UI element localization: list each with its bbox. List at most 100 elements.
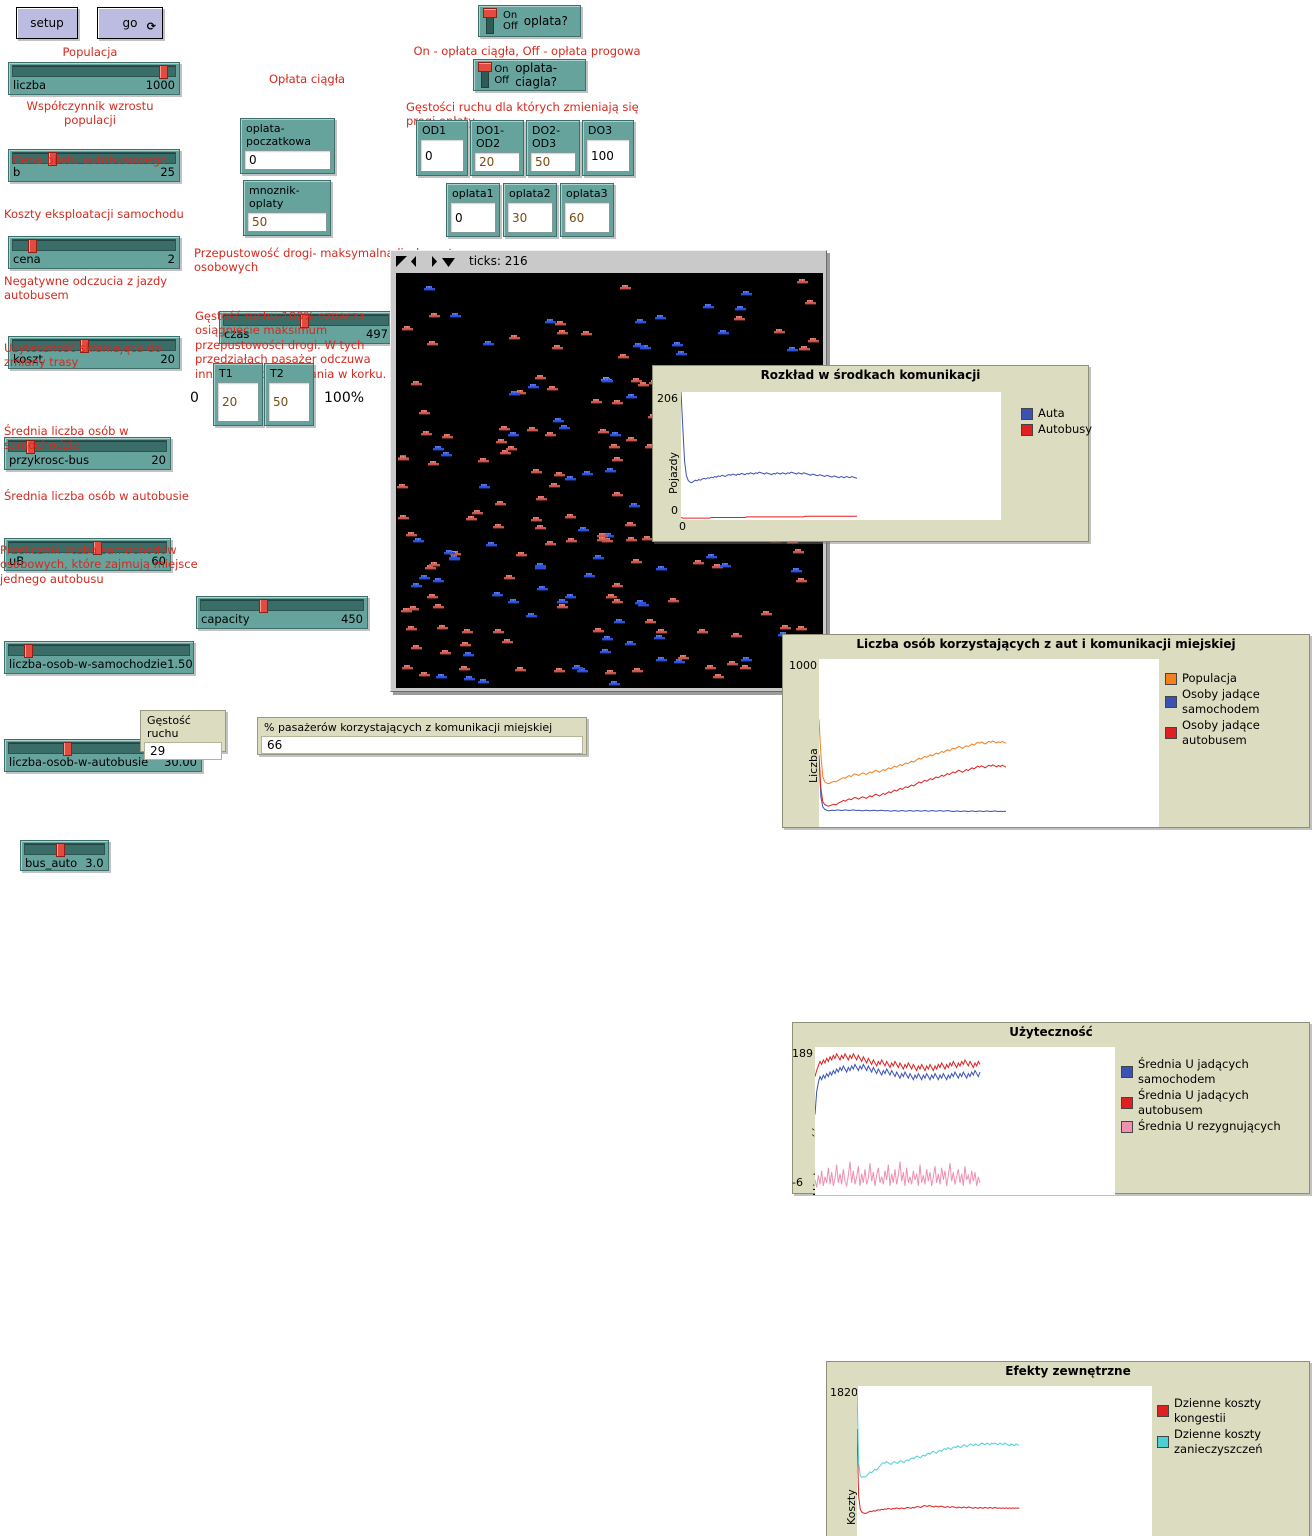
slider-liczba-osob-w-autobusie-thumb[interactable] bbox=[62, 742, 72, 756]
legend-item: Autobusy bbox=[1021, 422, 1092, 437]
car-red-icon bbox=[612, 395, 623, 405]
plot-rozklad[interactable]: Rozkład w środkach komunikacji 206 0 0 P… bbox=[652, 365, 1092, 542]
input-mnoznik-oplaty[interactable]: mnoznik-oplaty 50 bbox=[243, 180, 331, 236]
slider-liczba-osob-w-samochodzie[interactable]: liczba-osob-w-samochodzie 1.50 bbox=[4, 641, 194, 674]
car-blue-icon bbox=[605, 463, 616, 473]
car-red-icon bbox=[496, 434, 507, 444]
input-mnoznik-oplaty-value[interactable]: 50 bbox=[247, 212, 327, 232]
slider-cena-thumb[interactable] bbox=[28, 239, 38, 253]
expand-down-icon[interactable] bbox=[440, 255, 457, 268]
switch-oplata[interactable]: On Off oplata? bbox=[478, 5, 581, 37]
car-red-icon bbox=[402, 321, 413, 331]
switch-oplata-ciagla[interactable]: On Off oplata-ciagla? bbox=[473, 59, 586, 91]
slider-cena-track[interactable] bbox=[12, 239, 176, 253]
car-red-icon bbox=[398, 510, 409, 520]
prev-speed-icon[interactable] bbox=[410, 255, 423, 268]
slider-capacity-thumb[interactable] bbox=[259, 599, 269, 613]
note-srednia-liczba-samochod: Średnia liczba osób w samochodzie bbox=[4, 424, 129, 453]
monitor-gestosc-ruchu[interactable]: Gęstość ruchu 29 bbox=[140, 710, 226, 760]
input-T2[interactable]: T2 50 bbox=[264, 363, 314, 426]
car-red-icon bbox=[437, 620, 448, 630]
legend-item: Osoby jadące samochodem bbox=[1165, 687, 1309, 717]
input-oplata-poczatkowa[interactable]: oplata-poczatkowa 0 bbox=[240, 118, 335, 174]
car-red-icon bbox=[406, 621, 417, 631]
legend-item: Osoby jadące autobusem bbox=[1165, 718, 1309, 748]
monitor-procent-pasazerow[interactable]: % pasażerów korzystających z komunikacji… bbox=[257, 717, 587, 755]
legend-swatch-icon bbox=[1121, 1120, 1133, 1133]
slider-przykrosc-bus-value: 20 bbox=[151, 453, 166, 467]
car-red-icon bbox=[656, 624, 667, 634]
plot-rozklad-canvas bbox=[681, 392, 1001, 520]
car-red-icon bbox=[631, 373, 642, 383]
input-DO3[interactable]: DO3 100 bbox=[582, 120, 634, 176]
switch-oplata-lever[interactable] bbox=[483, 8, 497, 34]
legend-item: Populacja bbox=[1165, 671, 1309, 686]
legend-label: Populacja bbox=[1182, 671, 1237, 685]
slider-capacity-track[interactable] bbox=[200, 599, 364, 613]
car-red-icon bbox=[429, 557, 440, 567]
car-blue-icon bbox=[508, 427, 519, 437]
car-blue-icon bbox=[706, 549, 717, 559]
car-blue-icon bbox=[565, 471, 576, 481]
car-red-icon bbox=[549, 478, 560, 488]
car-blue-icon bbox=[526, 608, 537, 618]
input-DO2-OD3[interactable]: DO2-OD3 50 bbox=[526, 120, 580, 176]
plot-uzytecznosc-canvas bbox=[815, 1047, 1115, 1195]
slider-liczba-track[interactable] bbox=[12, 65, 176, 79]
input-T1-value[interactable]: 20 bbox=[217, 382, 259, 422]
input-DO1-OD2[interactable]: DO1-OD2 20 bbox=[470, 120, 524, 176]
world-toolbar[interactable]: ticks: 216 bbox=[391, 251, 826, 271]
car-blue-icon bbox=[778, 627, 789, 637]
input-DO3-value[interactable]: 100 bbox=[586, 139, 630, 172]
input-T1[interactable]: T1 20 bbox=[213, 363, 263, 426]
input-oplata3[interactable]: oplata3 60 bbox=[560, 183, 614, 237]
car-red-icon bbox=[606, 589, 617, 599]
plot-rozklad-ylabel: Pojazdy bbox=[667, 451, 680, 494]
plot-uzytecznosc-title: Użyteczność bbox=[1009, 1025, 1093, 1039]
slider-cena-value: 2 bbox=[167, 252, 175, 266]
car-blue-icon bbox=[419, 570, 430, 580]
next-speed-icon[interactable] bbox=[425, 255, 438, 268]
input-OD1[interactable]: OD1 0 bbox=[416, 120, 468, 176]
car-blue-icon bbox=[463, 647, 474, 657]
input-oplata1[interactable]: oplata1 0 bbox=[446, 183, 500, 237]
input-DO2-OD3-label: DO2-OD3 bbox=[532, 124, 561, 150]
slider-bus_auto-track[interactable] bbox=[24, 843, 105, 857]
car-blue-icon bbox=[635, 595, 646, 605]
switch-oplata-ciagla-lever[interactable] bbox=[478, 62, 492, 88]
car-red-icon bbox=[493, 519, 504, 529]
resize-icon[interactable] bbox=[395, 255, 408, 268]
input-OD1-value[interactable]: 0 bbox=[420, 139, 464, 172]
input-oplata1-value[interactable]: 0 bbox=[450, 202, 496, 233]
input-DO1-OD2-value[interactable]: 20 bbox=[474, 152, 520, 172]
car-blue-icon bbox=[436, 669, 447, 679]
input-oplata3-value[interactable]: 60 bbox=[564, 202, 610, 233]
car-blue-icon bbox=[626, 389, 637, 399]
slider-bus_auto[interactable]: bus_auto 3.0 bbox=[20, 840, 109, 871]
slider-cena[interactable]: cena 2 bbox=[8, 236, 180, 269]
car-red-icon bbox=[429, 308, 440, 318]
slider-bus_auto-thumb[interactable] bbox=[55, 843, 65, 857]
input-T2-label: T2 bbox=[270, 367, 284, 380]
input-oplata2[interactable]: oplata2 30 bbox=[503, 183, 557, 237]
input-oplata-poczatkowa-value[interactable]: 0 bbox=[244, 150, 331, 170]
slider-liczba[interactable]: liczba 1000 bbox=[8, 62, 180, 95]
plot-efekty[interactable]: Efekty zewnętrzne 1820 0 0 Czas 500 Kosz… bbox=[826, 1361, 1310, 1536]
slider-capacity[interactable]: capacity 450 bbox=[196, 596, 368, 629]
legend-item: Średnia U rezygnujących bbox=[1121, 1119, 1309, 1134]
input-oplata2-value[interactable]: 30 bbox=[507, 202, 553, 233]
slider-liczba-osob-w-samochodzie-thumb[interactable] bbox=[23, 644, 33, 658]
slider-liczba-osob-w-samochodzie-track[interactable] bbox=[8, 644, 190, 658]
car-red-icon bbox=[625, 517, 636, 527]
slider-liczba-thumb[interactable] bbox=[159, 65, 169, 79]
plot-uzytecznosc[interactable]: Użyteczność 189 -6 Użyteczność Średnia U… bbox=[792, 1022, 1310, 1196]
input-T2-value[interactable]: 50 bbox=[268, 382, 310, 422]
input-DO2-OD3-value[interactable]: 50 bbox=[530, 152, 576, 172]
plot-liczba-osob[interactable]: Liczba osób korzystających z aut i komun… bbox=[782, 634, 1310, 828]
setup-button[interactable]: setup bbox=[16, 7, 78, 39]
range-right-label: 100% bbox=[324, 390, 365, 406]
car-red-icon bbox=[631, 554, 642, 564]
legend-swatch-icon bbox=[1165, 672, 1177, 685]
car-red-icon bbox=[796, 621, 807, 631]
go-button[interactable]: go ⟳ bbox=[97, 7, 163, 39]
